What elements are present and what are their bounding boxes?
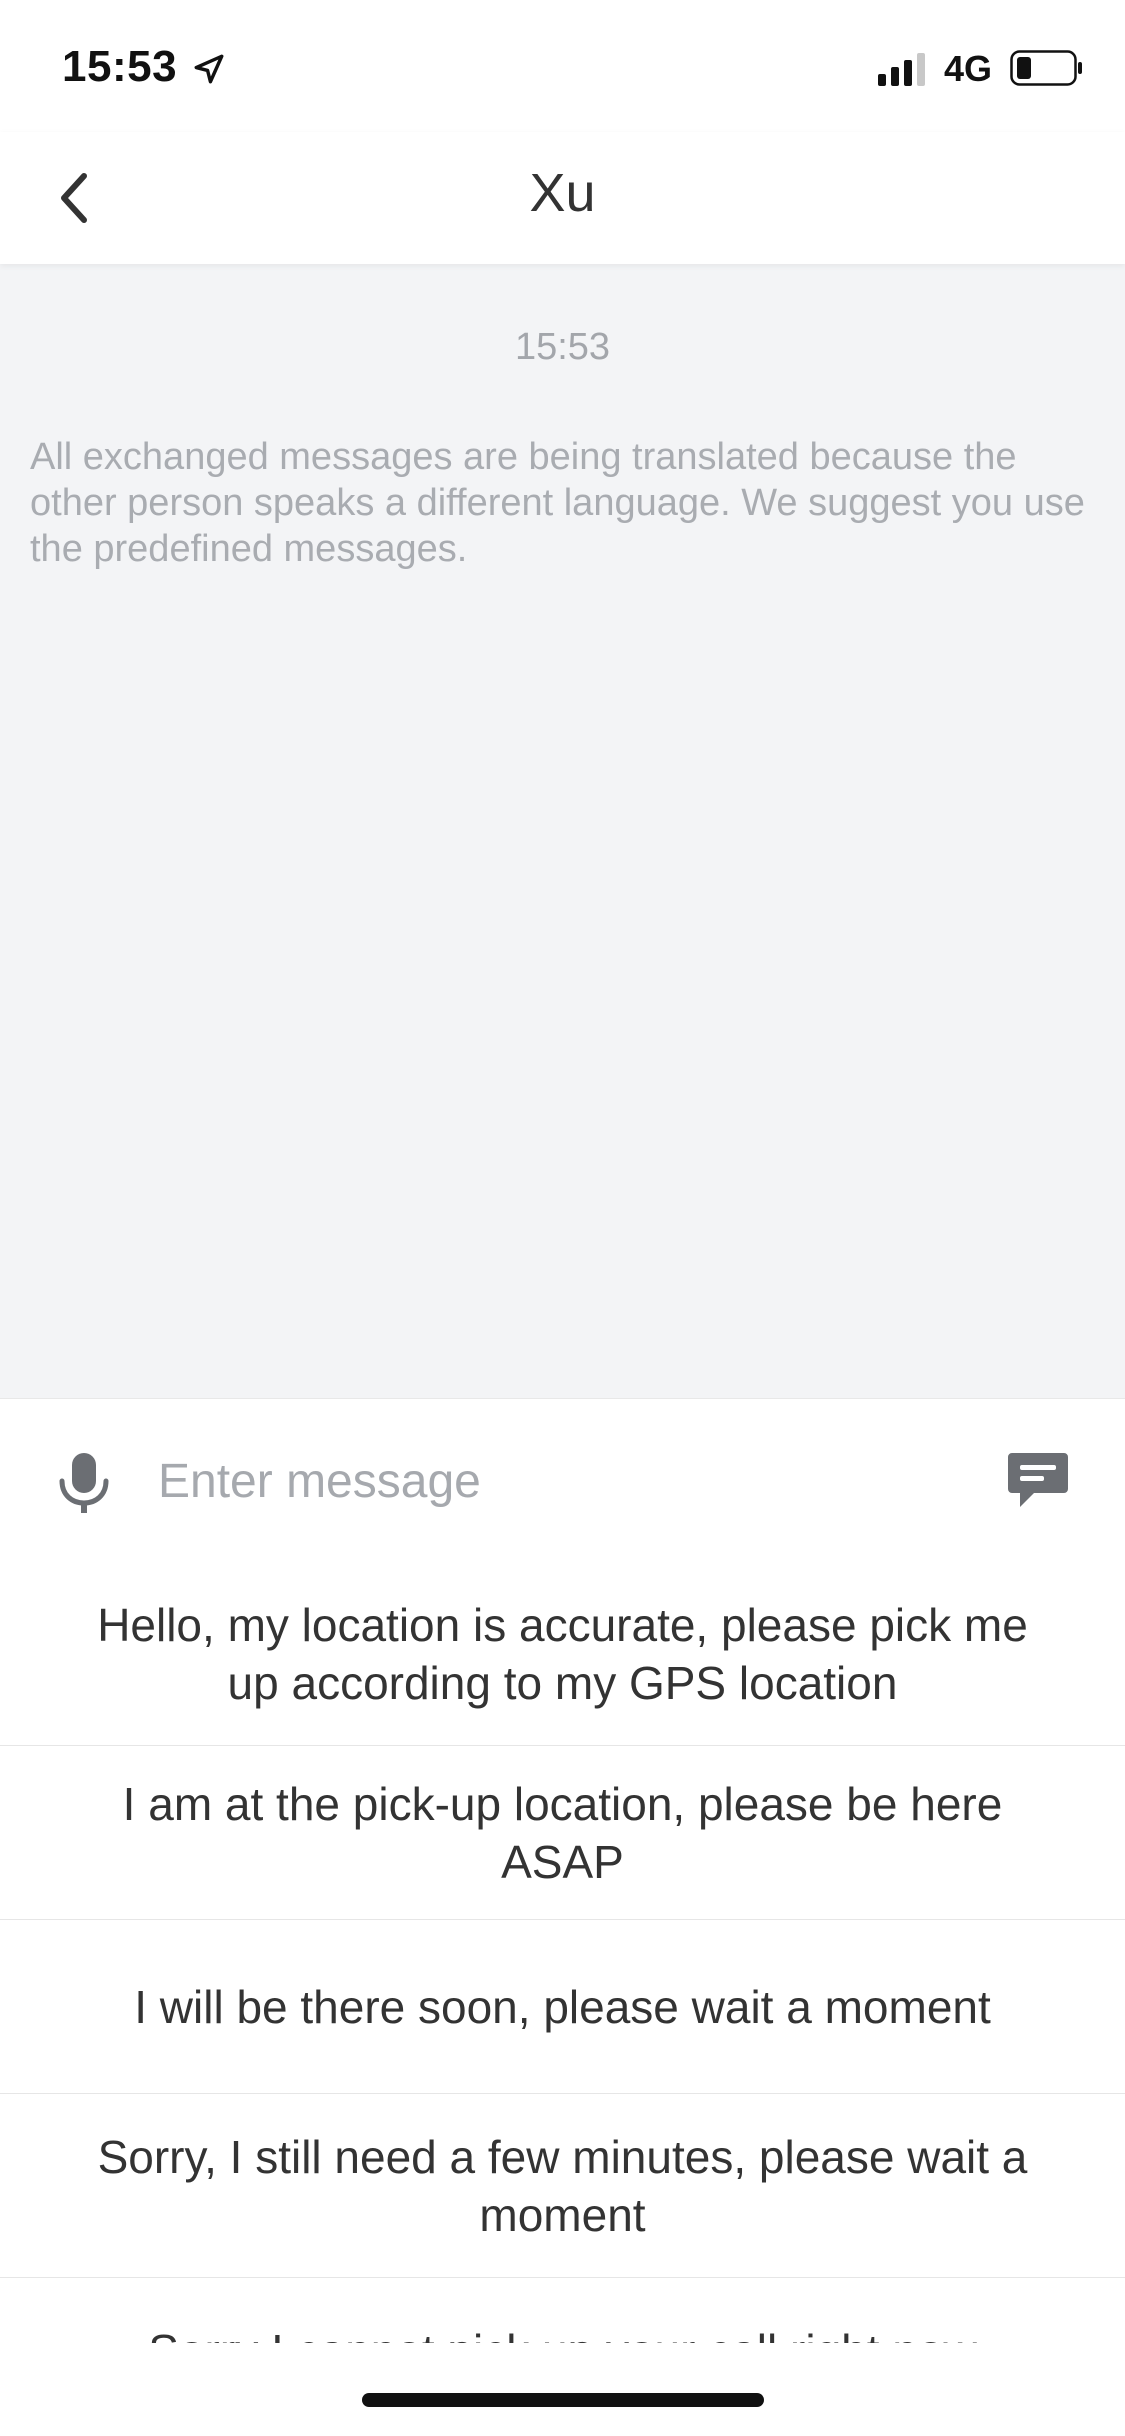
location-arrow-icon — [194, 54, 224, 84]
message-input-bar — [0, 1398, 1125, 1564]
quick-reply-item[interactable]: I am at the pick-up location, please be … — [0, 1746, 1125, 1920]
microphone-icon[interactable] — [52, 1451, 116, 1515]
message-input[interactable] — [158, 1439, 978, 1523]
status-time: 15:53 — [62, 42, 178, 91]
nav-bar: Xu — [0, 132, 1125, 264]
network-label: 4G — [944, 48, 993, 89]
home-indicator — [362, 2393, 764, 2407]
quick-reply-item[interactable]: Hello, my location is accurate, please p… — [0, 1563, 1125, 1746]
chat-timestamp: 15:53 — [514, 326, 611, 368]
signal-icon — [878, 53, 925, 86]
page-title: Xu — [529, 163, 596, 223]
chat-area: 15:53 All exchanged messages are being t… — [0, 264, 1125, 1398]
quick-reply-item[interactable]: Sorry, I still need a few minutes, pleas… — [0, 2094, 1125, 2278]
quick-reply-item[interactable]: Sorry I cannot pick up your call right n… — [0, 2278, 1125, 2343]
message-bubble-icon[interactable] — [1006, 1449, 1070, 1513]
status-bar: 15:53 4G — [0, 0, 1125, 132]
battery-icon — [1010, 50, 1082, 86]
translation-notice: All exchanged messages are being transla… — [30, 436, 1085, 570]
quick-reply-item[interactable]: I will be there soon, please wait a mome… — [0, 1920, 1125, 2094]
quick-replies-list: Hello, my location is accurate, please p… — [0, 1563, 1125, 2343]
